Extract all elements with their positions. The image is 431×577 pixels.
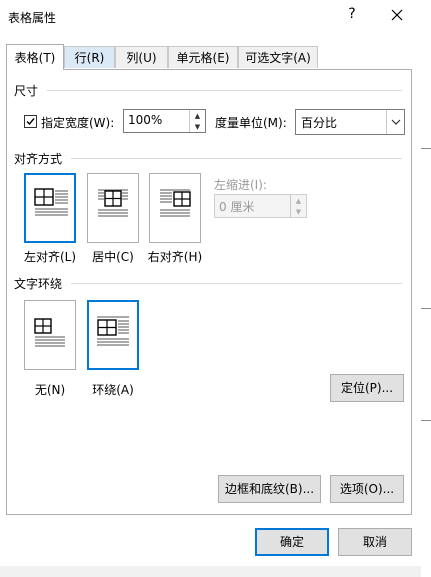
help-button[interactable]: ? <box>342 6 362 22</box>
preferred-width-checkbox[interactable] <box>24 115 37 128</box>
tab-cell[interactable]: 单元格(E) <box>168 46 238 68</box>
table-align-left-icon <box>34 188 68 216</box>
divider <box>47 90 402 91</box>
chevron-down-icon <box>391 119 400 125</box>
borders-shading-button[interactable]: 边框和底纹(B)... <box>218 475 321 503</box>
dropdown-button[interactable] <box>386 110 404 134</box>
wrap-around-label: 环绕(A) <box>92 383 134 397</box>
divider <box>421 308 431 309</box>
align-right-label: 右对齐(H) <box>147 250 203 264</box>
cancel-button[interactable]: 取消 <box>338 528 412 556</box>
align-right-option[interactable] <box>149 173 201 243</box>
divider <box>421 420 431 421</box>
divider <box>421 148 431 149</box>
align-center-label: 居中(C) <box>92 250 134 264</box>
unit-label: 度量单位(M): <box>215 116 287 130</box>
width-spin-buttons[interactable]: ▲ ▼ <box>189 110 205 132</box>
options-button[interactable]: 选项(O)... <box>330 475 404 503</box>
tab-alt-text[interactable]: 可选文字(A) <box>238 46 318 68</box>
background-edge <box>0 566 421 577</box>
alignment-heading: 对齐方式 <box>14 152 63 166</box>
preferred-width-label: 指定宽度(W): <box>41 116 115 130</box>
dialog-title: 表格属性 <box>8 11 57 25</box>
wrap-around-icon <box>97 316 129 346</box>
ok-button[interactable]: 确定 <box>255 528 329 556</box>
tab-table[interactable]: 表格(T) <box>6 44 64 70</box>
align-left-label: 左对齐(L) <box>23 250 77 264</box>
divider <box>71 158 402 159</box>
align-left-option[interactable] <box>24 173 76 243</box>
align-center-option[interactable] <box>87 173 139 243</box>
background-edge <box>421 0 431 577</box>
indent-spin-buttons[interactable]: ▲ ▼ <box>290 195 306 217</box>
close-icon <box>391 9 403 21</box>
title-bar: 表格属性 ? <box>0 0 431 32</box>
table-align-right-icon <box>160 189 191 217</box>
positioning-button[interactable]: 定位(P)... <box>330 374 404 402</box>
wrap-around-option[interactable] <box>87 300 139 370</box>
divider <box>71 283 402 284</box>
wrap-none-option[interactable] <box>24 300 76 370</box>
close-button[interactable] <box>386 4 408 26</box>
indent-spinbox[interactable]: 0 厘米 ▲ ▼ <box>214 194 307 218</box>
spin-down-icon[interactable]: ▼ <box>291 206 306 217</box>
unit-select[interactable]: 百分比 <box>295 109 405 135</box>
width-value: 100% <box>128 113 163 127</box>
checkmark-icon <box>26 118 35 126</box>
size-heading: 尺寸 <box>14 84 39 98</box>
tab-panel: 尺寸 指定宽度(W): 100% ▲ ▼ 度量单位(M): 百分比 对齐方式 左… <box>6 69 412 515</box>
wrapping-heading: 文字环绕 <box>14 277 63 291</box>
table-align-center-icon <box>98 189 128 217</box>
wrap-none-icon <box>34 318 65 347</box>
spin-down-icon[interactable]: ▼ <box>190 121 205 132</box>
width-spinbox[interactable]: 100% ▲ ▼ <box>123 109 206 133</box>
tab-row[interactable]: 行(R) <box>64 46 115 68</box>
indent-label: 左缩进(I): <box>214 178 267 192</box>
tab-column[interactable]: 列(U) <box>115 46 168 68</box>
spin-up-icon[interactable]: ▲ <box>291 195 306 206</box>
indent-value: 0 厘米 <box>219 200 255 214</box>
wrap-none-label: 无(N) <box>34 383 66 397</box>
spin-up-icon[interactable]: ▲ <box>190 110 205 121</box>
unit-value: 百分比 <box>301 116 338 130</box>
